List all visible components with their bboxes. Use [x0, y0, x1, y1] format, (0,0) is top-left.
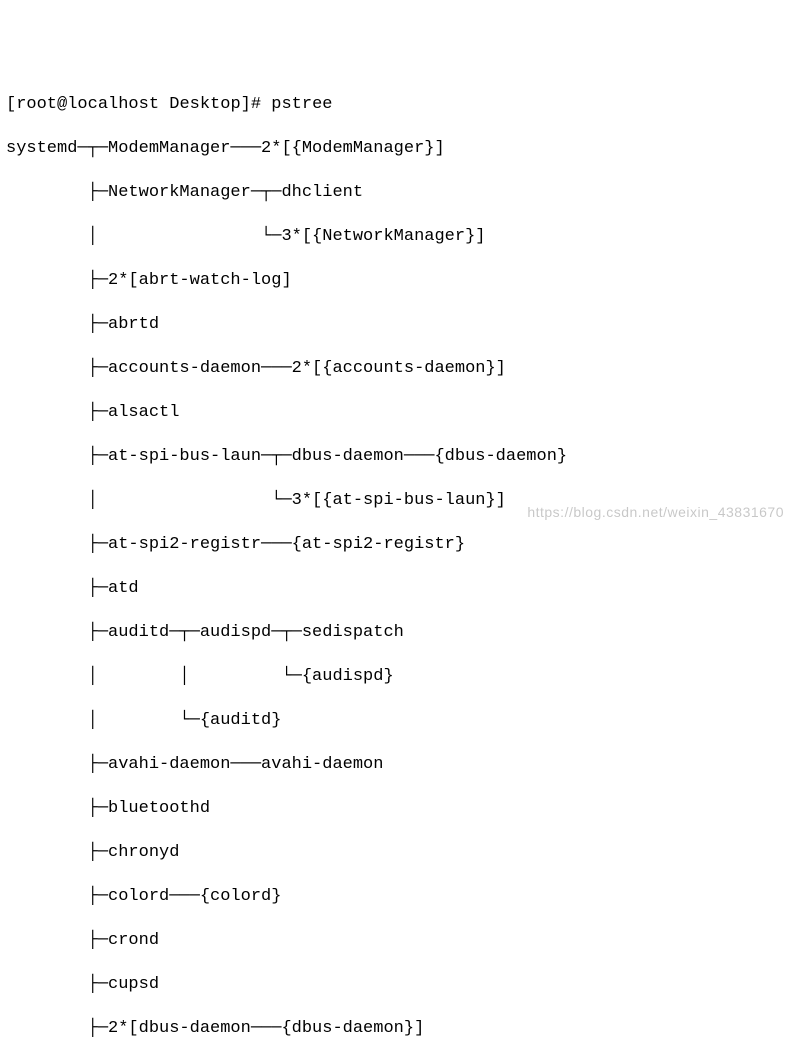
tree-line: │ │ └─{audispd} [6, 666, 792, 688]
tree-line: │ └─3*[{NetworkManager}] [6, 226, 792, 248]
tree-line: ├─alsactl [6, 402, 792, 424]
tree-line: ├─at-spi-bus-laun─┬─dbus-daemon───{dbus-… [6, 446, 792, 468]
tree-line: ├─chronyd [6, 842, 792, 864]
prompt-symbol: # [251, 95, 261, 114]
tree-line: ├─2*[dbus-daemon───{dbus-daemon}] [6, 1018, 792, 1040]
prompt-user: root [16, 95, 57, 114]
prompt-space [159, 95, 169, 114]
tree-line: ├─avahi-daemon───avahi-daemon [6, 754, 792, 776]
tree-line: ├─abrtd [6, 314, 792, 336]
tree-line: ├─bluetoothd [6, 798, 792, 820]
tree-line: ├─colord───{colord} [6, 886, 792, 908]
watermark: https://blog.csdn.net/weixin_43831670 [527, 501, 784, 523]
prompt-open: [ [6, 95, 16, 114]
tree-line: ├─accounts-daemon───2*[{accounts-daemon}… [6, 358, 792, 380]
prompt-space2 [261, 95, 271, 114]
tree-line: ├─NetworkManager─┬─dhclient [6, 182, 792, 204]
prompt-close: ] [241, 95, 251, 114]
tree-line: │ └─{auditd} [6, 710, 792, 732]
prompt-cwd: Desktop [169, 95, 240, 114]
tree-line: ├─crond [6, 930, 792, 952]
prompt-at: @ [57, 95, 67, 114]
prompt-line: [root@localhost Desktop]# pstree [6, 94, 792, 116]
tree-line: ├─at-spi2-registr───{at-spi2-registr} [6, 534, 792, 556]
tree-line: ├─auditd─┬─audispd─┬─sedispatch [6, 622, 792, 644]
tree-line: ├─cupsd [6, 974, 792, 996]
tree-line: ├─atd [6, 578, 792, 600]
prompt-command: pstree [271, 95, 332, 114]
prompt-host: localhost [67, 95, 159, 114]
tree-line: systemd─┬─ModemManager───2*[{ModemManage… [6, 138, 792, 160]
tree-line: ├─2*[abrt-watch-log] [6, 270, 792, 292]
